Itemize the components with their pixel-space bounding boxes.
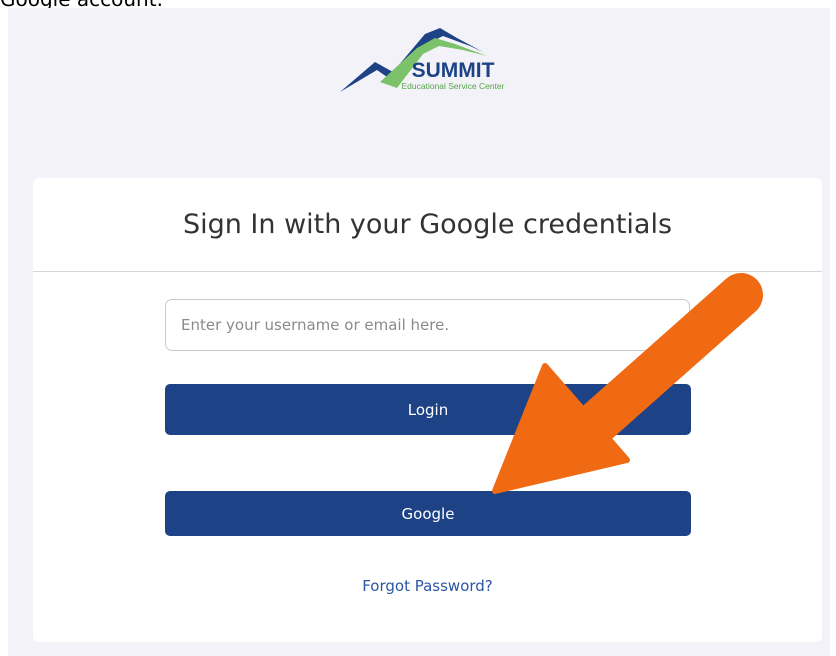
login-button[interactable]: Login (165, 384, 691, 435)
summit-logo: SUMMIT Educational Service Center (340, 28, 505, 92)
signin-card: Sign In with your Google credentials Log… (33, 178, 822, 642)
logo-name: SUMMIT (412, 59, 495, 82)
card-title: Sign In with your Google credentials (182, 209, 673, 240)
logo-subtitle: Educational Service Center (401, 81, 504, 91)
google-button[interactable]: Google (165, 491, 691, 536)
username-input[interactable] (165, 299, 690, 351)
card-header: Sign In with your Google credentials (33, 178, 822, 272)
forgot-password-link[interactable]: Forgot Password? (33, 577, 822, 595)
